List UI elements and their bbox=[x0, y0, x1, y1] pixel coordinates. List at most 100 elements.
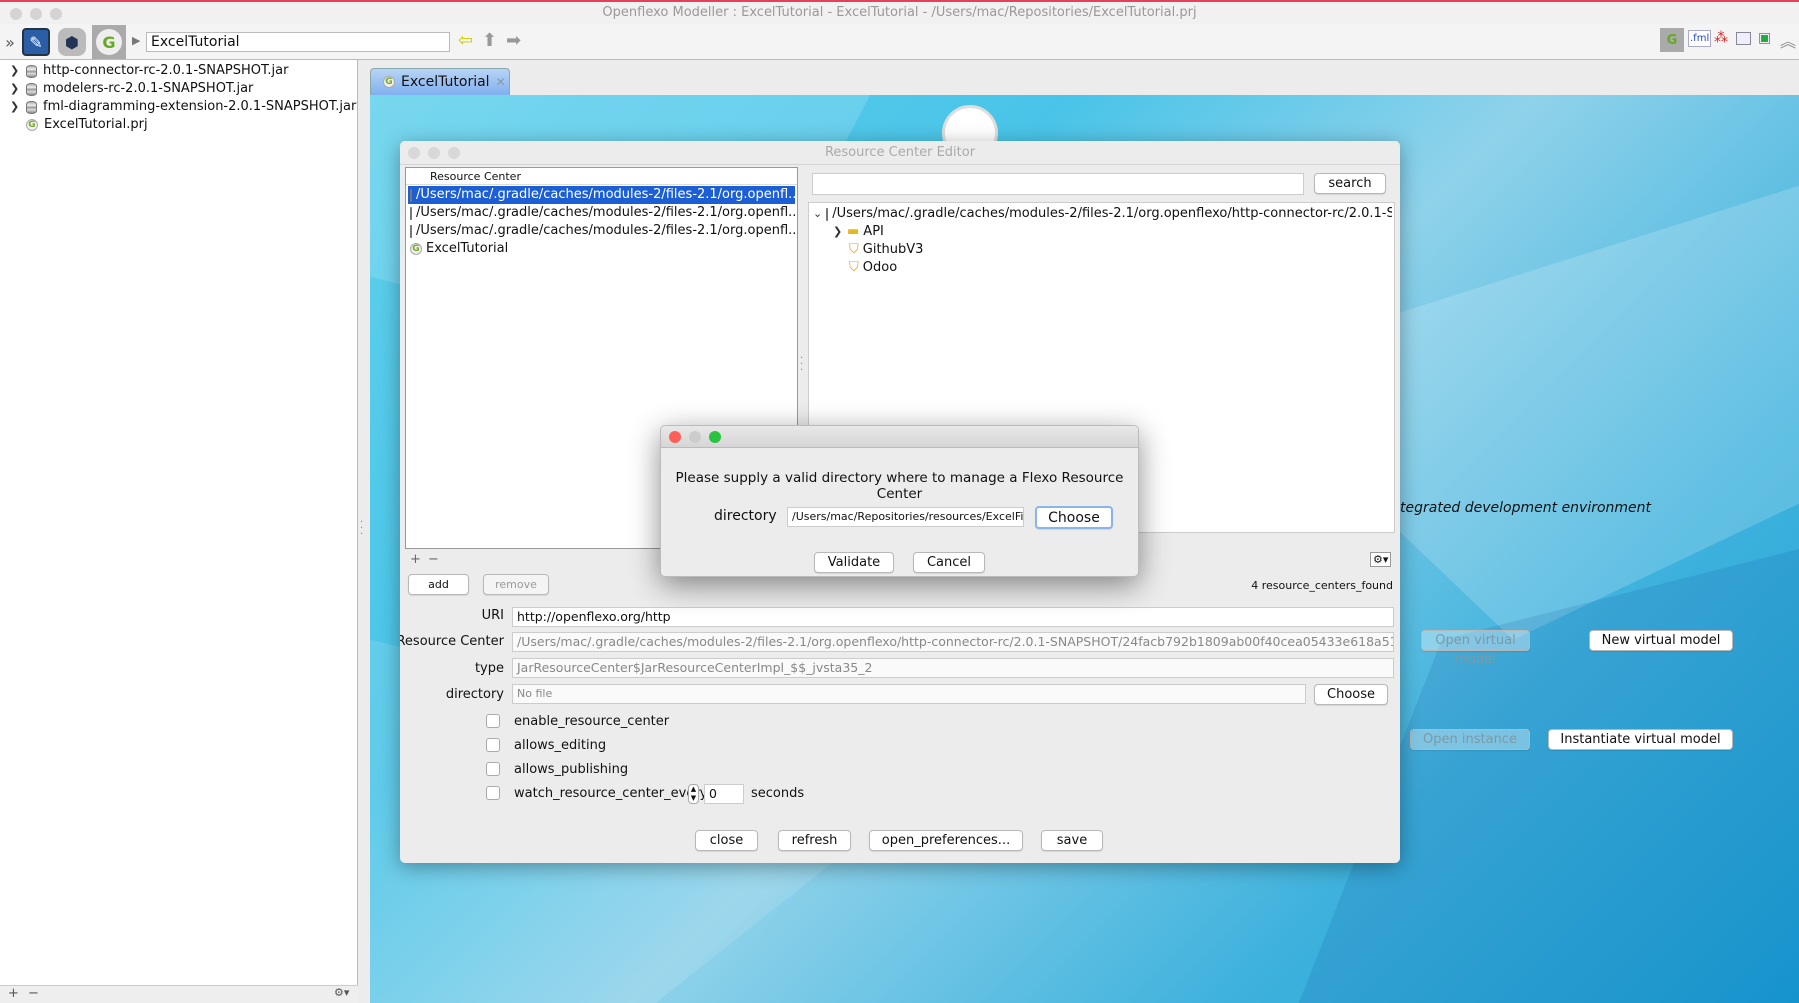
allows-publishing-checkbox[interactable] bbox=[486, 762, 500, 776]
remove-button[interactable]: − bbox=[28, 986, 39, 1001]
dialog-directory-label: directory bbox=[714, 508, 777, 524]
window-title: Openflexo Modeller : ExcelTutorial - Exc… bbox=[602, 5, 1197, 20]
watch-interval-field[interactable]: 0 bbox=[704, 784, 744, 804]
tree-item[interactable]: ❯ http-connector-rc-2.0.1-SNAPSHOT.jar bbox=[10, 62, 288, 80]
tree-item[interactable]: ❯ ▬ API bbox=[831, 223, 1392, 241]
back-arrow-icon[interactable]: ⇦ bbox=[458, 30, 473, 51]
validate-button[interactable]: Validate bbox=[814, 552, 894, 573]
remove-icon[interactable]: − bbox=[428, 552, 439, 567]
tree-item-label: Odoo bbox=[862, 260, 898, 275]
close-window-button[interactable] bbox=[10, 8, 22, 20]
zoom-dialog-button[interactable] bbox=[709, 431, 721, 443]
hierarchy-icon[interactable]: ⁂ bbox=[1714, 30, 1728, 46]
watch-resource-center-checkbox[interactable] bbox=[486, 786, 500, 800]
zoom-window-button[interactable] bbox=[50, 8, 62, 20]
database-icon bbox=[410, 188, 412, 202]
gear-icon[interactable]: ⚙▾ bbox=[334, 986, 349, 999]
tree-bottom-bar: + − ⚙▾ bbox=[0, 985, 358, 1003]
app-title-bar: Openflexo Modeller : ExcelTutorial - Exc… bbox=[0, 0, 1799, 24]
close-window-button[interactable] bbox=[408, 147, 420, 159]
path-arrow-icon: ▶ bbox=[132, 34, 141, 47]
tree-item[interactable]: ❯ fml-diagramming-extension-2.0.1-SNAPSHO… bbox=[10, 98, 356, 116]
tab-strip bbox=[360, 60, 1799, 95]
close-button[interactable]: close bbox=[695, 830, 758, 851]
list-item[interactable]: G ExcelTutorial bbox=[408, 240, 795, 258]
type-field[interactable]: JarResourceCenter$JarResourceCenterImpl_… bbox=[512, 658, 1394, 678]
diagram-icon[interactable]: ▣ bbox=[1758, 30, 1771, 46]
gear-icon[interactable]: ⚙▾ bbox=[1370, 552, 1392, 567]
type-label: type bbox=[474, 661, 504, 676]
dialog-directory-field[interactable]: /Users/mac/Repositories/resources/ExcelF… bbox=[787, 507, 1024, 527]
connector-icon[interactable]: ⬢ bbox=[58, 28, 86, 56]
open-instance-button[interactable]: Open instance bbox=[1410, 729, 1530, 750]
save-button[interactable]: save bbox=[1041, 830, 1103, 851]
resource-center-field[interactable]: /Users/mac/.gradle/caches/modules-2/file… bbox=[512, 632, 1394, 652]
rce-title: Resource Center Editor bbox=[824, 145, 976, 160]
up-arrow-icon[interactable]: ⬆ bbox=[482, 30, 497, 51]
remove-button[interactable]: remove bbox=[483, 574, 549, 595]
minimize-window-button[interactable] bbox=[428, 147, 440, 159]
dialog-message: Please supply a valid directory where to… bbox=[675, 470, 1124, 502]
uri-field[interactable]: http://openflexo.org/http bbox=[512, 607, 1394, 627]
window-icon[interactable] bbox=[1736, 32, 1751, 45]
dialog-choose-button[interactable]: Choose bbox=[1035, 506, 1113, 529]
resource-icon: ⛉ bbox=[849, 260, 859, 275]
new-virtual-model-button[interactable]: New virtual model bbox=[1589, 630, 1733, 651]
list-item-label: /Users/mac/.gradle/caches/modules-2/file… bbox=[416, 205, 795, 220]
path-field[interactable]: ExcelTutorial bbox=[146, 32, 450, 52]
expand-up-icon[interactable]: ︽ bbox=[1780, 28, 1796, 52]
list-item[interactable]: /Users/mac/.gradle/caches/modules-2/file… bbox=[408, 204, 795, 222]
minimize-window-button[interactable] bbox=[30, 8, 42, 20]
tree-item[interactable]: G ExcelTutorial.prj bbox=[10, 116, 148, 134]
project-perspective-icon[interactable]: G bbox=[1660, 28, 1684, 52]
collapse-icon[interactable]: » bbox=[2, 28, 18, 56]
close-dialog-button[interactable] bbox=[669, 431, 681, 443]
instantiate-virtual-model-button[interactable]: Instantiate virtual model bbox=[1548, 729, 1733, 750]
add-icon[interactable]: + bbox=[410, 552, 421, 567]
forward-arrow-icon[interactable]: ➡ bbox=[506, 30, 521, 51]
tree-item[interactable]: ⛉ Odoo bbox=[847, 259, 1392, 277]
chevron-right-icon[interactable]: ❯ bbox=[833, 223, 843, 241]
spinner-arrows[interactable]: ▲ ▼ bbox=[688, 784, 699, 804]
database-icon bbox=[410, 224, 412, 238]
splitter-handle[interactable]: · · · bbox=[800, 354, 803, 376]
database-icon bbox=[26, 64, 37, 78]
enable-resource-center-checkbox[interactable] bbox=[486, 714, 500, 728]
tree-item[interactable]: ❯ modelers-rc-2.0.1-SNAPSHOT.jar bbox=[10, 80, 253, 98]
allows-editing-checkbox[interactable] bbox=[486, 738, 500, 752]
project-icon: G bbox=[410, 243, 422, 255]
list-item[interactable]: /Users/mac/.gradle/caches/modules-2/file… bbox=[408, 186, 795, 204]
open-preferences-button[interactable]: open_preferences... bbox=[869, 830, 1023, 851]
project-tree: ❯ http-connector-rc-2.0.1-SNAPSHOT.jar ❯ m… bbox=[0, 60, 358, 985]
project-icon: G bbox=[26, 119, 38, 131]
project-icon[interactable]: G bbox=[92, 25, 126, 59]
uri-label: URI bbox=[481, 608, 504, 623]
chevron-right-icon[interactable]: ❯ bbox=[10, 98, 20, 116]
cancel-button[interactable]: Cancel bbox=[913, 552, 985, 573]
fml-icon[interactable]: .fml bbox=[1688, 30, 1712, 47]
add-button[interactable]: + bbox=[8, 986, 19, 1001]
refresh-button[interactable]: refresh bbox=[778, 830, 851, 851]
tree-item-label: fml-diagramming-extension-2.0.1-SNAPSHOT… bbox=[43, 99, 357, 114]
database-icon bbox=[26, 100, 37, 114]
splitter-handle[interactable]: · · · bbox=[360, 518, 363, 540]
choose-directory-button[interactable]: Choose bbox=[1314, 684, 1388, 705]
resource-center-label: Resource Center bbox=[400, 634, 504, 649]
database-icon bbox=[26, 82, 37, 96]
chevron-right-icon[interactable]: ❯ bbox=[10, 80, 20, 98]
tree-item[interactable]: ⛉ GithubV3 bbox=[847, 241, 1392, 259]
modeller-icon[interactable]: ✎ bbox=[22, 28, 50, 56]
chevron-right-icon[interactable]: ❯ bbox=[10, 62, 20, 80]
open-virtual-model-button[interactable]: Open virtual model bbox=[1421, 630, 1530, 667]
search-button[interactable]: search bbox=[1314, 173, 1386, 194]
close-tab-icon[interactable]: ✕ bbox=[496, 75, 506, 89]
tab-exceltutorial[interactable]: G ExcelTutorial ✕ bbox=[370, 68, 510, 95]
search-input[interactable] bbox=[812, 173, 1304, 195]
add-button[interactable]: add bbox=[408, 574, 469, 595]
tree-item-root[interactable]: ⌄ /Users/mac/.gradle/caches/modules-2/fil… bbox=[811, 205, 1392, 223]
list-item[interactable]: /Users/mac/.gradle/caches/modules-2/file… bbox=[408, 222, 795, 240]
zoom-window-button[interactable] bbox=[448, 147, 460, 159]
column-header[interactable]: Resource Center bbox=[406, 168, 797, 185]
directory-field[interactable]: No file bbox=[512, 684, 1306, 704]
chevron-down-icon[interactable]: ⌄ bbox=[813, 205, 822, 223]
